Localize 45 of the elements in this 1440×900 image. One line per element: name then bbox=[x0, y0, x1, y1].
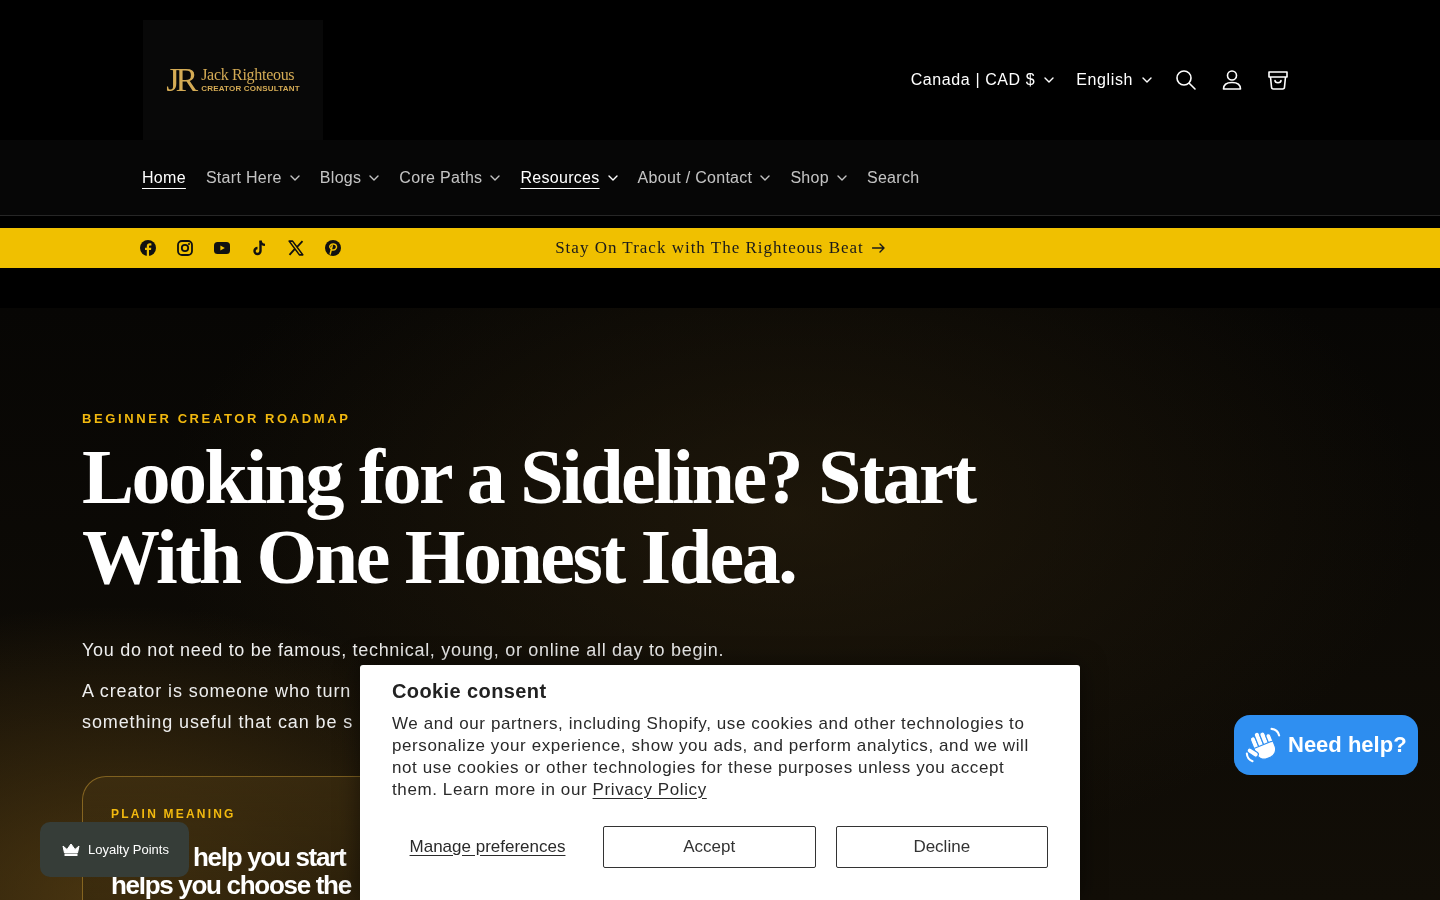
nav-link[interactable]: Home bbox=[132, 166, 196, 189]
music-note-icon[interactable] bbox=[251, 240, 267, 256]
hero-eyebrow: BEGINNER CREATOR ROADMAP bbox=[82, 411, 351, 427]
chevron-down-icon bbox=[369, 174, 380, 181]
x-logo-icon[interactable] bbox=[288, 240, 304, 256]
hero-text: something useful that can be s bbox=[82, 711, 354, 734]
instagram-icon[interactable] bbox=[177, 240, 193, 256]
nav-link[interactable]: Shop bbox=[780, 166, 857, 189]
hero-heading: Looking for a Sideline? Start With One Honest Idea. bbox=[82, 437, 977, 597]
loyalty-points-button[interactable]: Loyalty Points bbox=[40, 822, 189, 877]
chevron-down-icon bbox=[836, 174, 847, 181]
accept-button[interactable]: Accept bbox=[603, 826, 816, 868]
account-icon[interactable] bbox=[1220, 68, 1244, 92]
arrow-right-icon bbox=[871, 243, 885, 253]
waving-hand-icon bbox=[1244, 726, 1282, 764]
chevron-down-icon bbox=[607, 174, 618, 181]
cart-icon[interactable] bbox=[1266, 68, 1290, 92]
nav-link[interactable]: Blogs bbox=[309, 166, 390, 189]
cookie-message: We and our partners, including Shopify, use cookies and other technologies to personalize your experience, show you ads, and perform analytics, and we will not use cookies or other technologies for these purposes unless you accept them. Learn more in our Privacy Policy bbox=[392, 713, 1030, 801]
search-icon[interactable] bbox=[1174, 68, 1198, 92]
chevron-down-icon bbox=[1142, 77, 1152, 83]
chevron-down-icon bbox=[289, 174, 300, 181]
decline-button[interactable]: Decline bbox=[835, 826, 1048, 868]
crown-icon bbox=[62, 843, 80, 856]
manage-preferences-link[interactable]: Manage preferences bbox=[409, 837, 566, 857]
chevron-down-icon bbox=[760, 174, 771, 181]
hero-text: A creator is someone who turn bbox=[82, 680, 352, 703]
facebook-icon[interactable] bbox=[140, 240, 156, 256]
country-selector[interactable]: Canada | CAD $ bbox=[910, 71, 1055, 89]
announcement-link[interactable]: Stay On Track with The Righteous Beat bbox=[555, 238, 885, 258]
youtube-icon[interactable] bbox=[214, 240, 230, 256]
nav-link[interactable]: Core Paths bbox=[389, 166, 511, 189]
privacy-policy-link[interactable]: Privacy Policy bbox=[592, 780, 707, 799]
chevron-down-icon bbox=[1044, 77, 1055, 83]
language-selector[interactable]: English bbox=[1076, 71, 1152, 89]
nav-link[interactable]: Search bbox=[856, 166, 930, 189]
nav-link[interactable]: About / Contact bbox=[627, 166, 781, 189]
nav-link[interactable]: Resources bbox=[510, 166, 628, 189]
hero-intro: You do not need to be famous, technical, young, or online all day to begin. bbox=[82, 639, 725, 662]
pinterest-icon[interactable] bbox=[325, 240, 341, 256]
nav-link[interactable]: Start Here bbox=[195, 166, 310, 189]
card-heading: help you start bbox=[193, 843, 346, 871]
cookie-title: Cookie consent bbox=[392, 679, 548, 703]
chevron-down-icon bbox=[490, 174, 501, 181]
card-eyebrow: PLAIN MEANING bbox=[111, 807, 236, 821]
